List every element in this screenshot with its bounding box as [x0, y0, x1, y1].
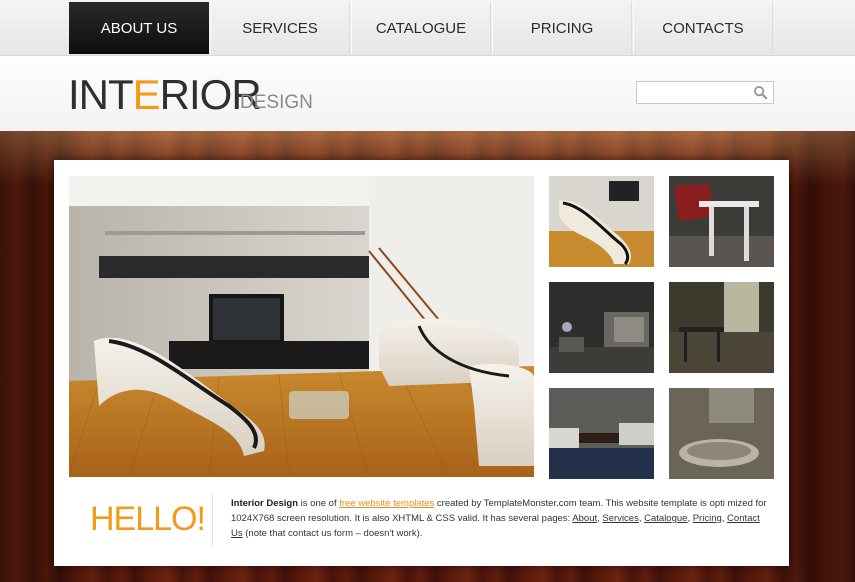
- thumbnail-1[interactable]: [549, 176, 654, 267]
- nav-item-services[interactable]: SERVICES: [210, 2, 350, 54]
- intro-text-1: is one of: [298, 498, 340, 509]
- logo-text-accent: E: [132, 71, 161, 118]
- nav-item-contacts[interactable]: CONTACTS: [633, 2, 773, 54]
- intro-text-3: (note that contact us form – doesn't wor…: [242, 528, 423, 539]
- logo-text-start: INT: [68, 71, 134, 118]
- nav-item-catalogue[interactable]: CATALOGUE: [351, 2, 491, 54]
- nav-item-pricing[interactable]: PRICING: [492, 2, 632, 54]
- services-link[interactable]: Services: [602, 513, 638, 524]
- catalogue-link[interactable]: Catalogue: [644, 513, 687, 524]
- free-templates-link[interactable]: free website templates: [339, 498, 434, 509]
- logo-subtitle: DESIGN: [240, 92, 313, 113]
- site-logo[interactable]: INTERIOR: [68, 71, 262, 118]
- thumbnail-4[interactable]: [669, 282, 774, 373]
- search-box: [636, 81, 774, 104]
- thumbnail-3[interactable]: [549, 282, 654, 373]
- nav-item-about-us[interactable]: ABOUT US: [69, 2, 209, 54]
- thumbnail-5[interactable]: [549, 388, 654, 479]
- pricing-link[interactable]: Pricing: [693, 513, 722, 524]
- thumbnail-2[interactable]: [669, 176, 774, 267]
- content-panel: HELLO! Interior Design is one of free we…: [54, 160, 789, 566]
- search-input[interactable]: [637, 82, 747, 103]
- magnifier-icon[interactable]: [753, 85, 768, 100]
- thumbnail-6[interactable]: [669, 388, 774, 479]
- hello-heading: HELLO!: [90, 500, 206, 538]
- top-navigation: ABOUT US SERVICES CATALOGUE PRICING CONT…: [0, 0, 855, 56]
- about-link[interactable]: About: [572, 513, 597, 524]
- vertical-divider: [212, 493, 213, 547]
- main-interior-photo: [69, 176, 534, 477]
- site-header: INTERIOR DESIGN: [0, 56, 855, 131]
- intro-paragraph: Interior Design is one of free website t…: [231, 496, 771, 541]
- brand-name: Interior Design: [231, 498, 299, 509]
